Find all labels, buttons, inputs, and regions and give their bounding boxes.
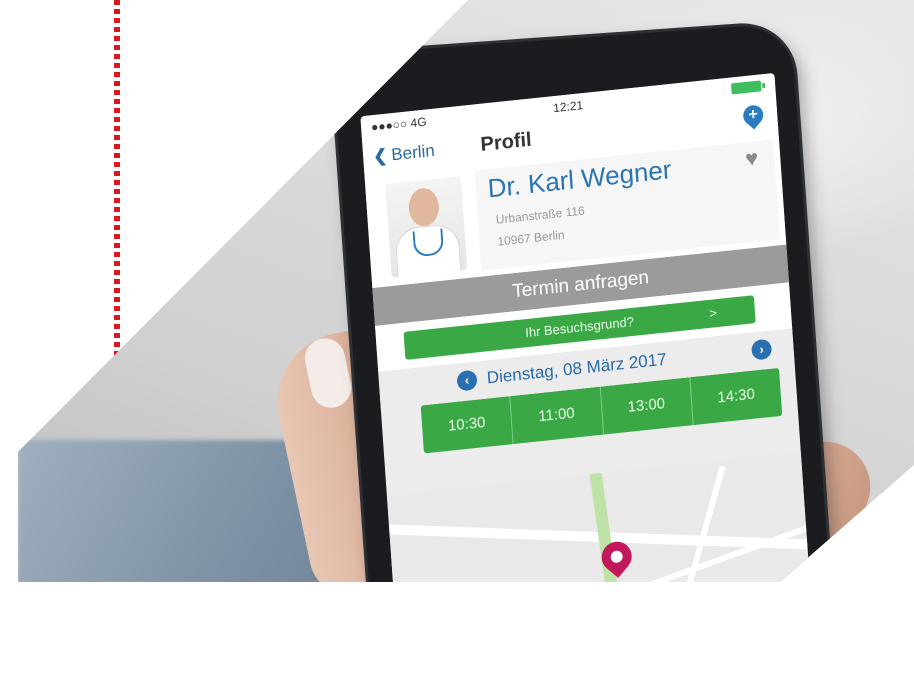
app-screen: ●●●○○ 4G 12:21 ❮Berlin Profil + Dr. Kar xyxy=(360,72,814,582)
chevron-right-circle-icon: › xyxy=(758,341,765,357)
location-map[interactable] xyxy=(386,451,814,582)
prev-date-button[interactable]: ‹ xyxy=(456,369,478,392)
time-slot[interactable]: 10:30 xyxy=(420,396,514,454)
time-slot[interactable]: 11:00 xyxy=(510,386,604,444)
chevron-right-icon: > xyxy=(708,305,718,321)
next-date-button[interactable]: › xyxy=(750,338,773,361)
visit-reason-label: Ihr Besuchsgrund? xyxy=(524,313,635,341)
doctor-name: Dr. Karl Wegner xyxy=(486,154,673,204)
photo-background: ●●●○○ 4G 12:21 ❮Berlin Profil + Dr. Kar xyxy=(18,0,914,582)
pin-plus-icon[interactable]: + xyxy=(739,101,768,130)
doctor-city: 10967 Berlin xyxy=(496,227,565,249)
time-slot[interactable]: 14:30 xyxy=(690,368,782,425)
time-slot[interactable]: 13:00 xyxy=(600,377,694,435)
doctor-street: Urbanstraße 116 xyxy=(495,203,586,227)
smartphone: ●●●○○ 4G 12:21 ❮Berlin Profil + Dr. Kar xyxy=(332,22,836,582)
back-button[interactable]: ❮ Berlin xyxy=(373,141,436,167)
page-title: Profil xyxy=(479,128,533,156)
doctor-avatar xyxy=(385,176,468,278)
chevron-left-icon: ❮ xyxy=(372,145,389,167)
heart-icon[interactable]: ♥ xyxy=(744,145,759,172)
back-label: Berlin xyxy=(390,140,436,165)
chevron-left-circle-icon: ‹ xyxy=(464,372,470,388)
